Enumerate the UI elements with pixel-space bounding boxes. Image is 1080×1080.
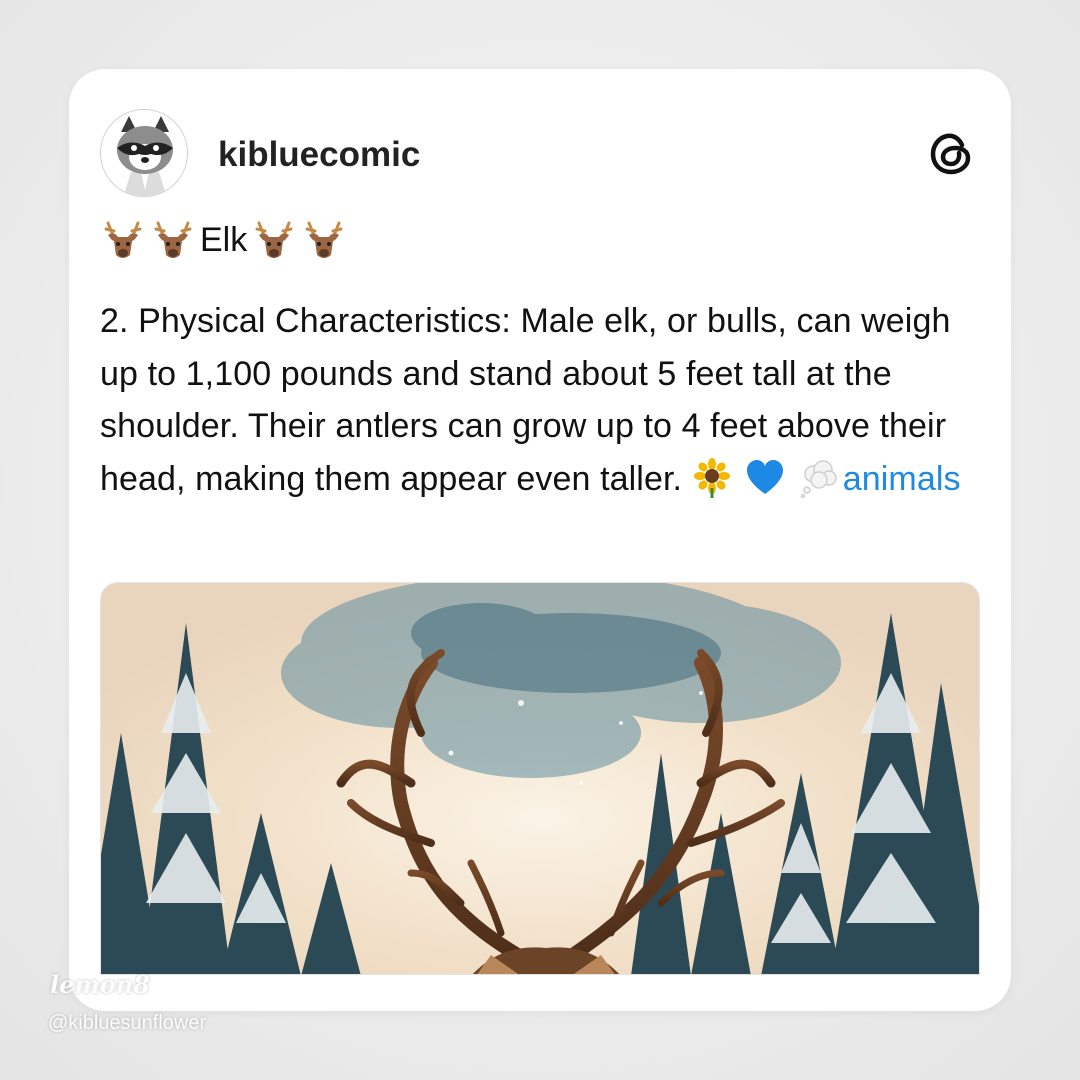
deer-emoji-icon xyxy=(255,221,293,258)
lemon8-watermark-logo: lemon8 xyxy=(50,970,150,999)
topic-tag-link[interactable]: animals xyxy=(843,460,961,498)
deer-emoji-icon xyxy=(305,221,343,258)
raccoon-avatar-icon xyxy=(101,110,187,196)
post-body: 2. Physical Characteristics: Male elk, o… xyxy=(100,295,980,505)
post-header: kibluecomic xyxy=(100,109,980,199)
avatar[interactable] xyxy=(100,109,188,197)
elk-watercolor-image xyxy=(101,583,979,974)
post-image[interactable] xyxy=(100,582,980,975)
post-title-line: Elk xyxy=(100,217,347,263)
post-title: Elk xyxy=(200,220,248,259)
username[interactable]: kibluecomic xyxy=(218,135,420,175)
sunflower-emoji-icon xyxy=(693,457,730,498)
thought-balloon-emoji-icon xyxy=(800,459,837,498)
watermark-handle: @kibluesunflower xyxy=(48,1012,207,1034)
deer-emoji-icon xyxy=(154,221,192,258)
post-card: kibluecomic Elk 2. Physical Characterist… xyxy=(69,69,1011,1011)
threads-logo-icon[interactable] xyxy=(926,127,978,179)
blue-heart-emoji-icon xyxy=(747,459,784,494)
deer-emoji-icon xyxy=(104,221,142,258)
